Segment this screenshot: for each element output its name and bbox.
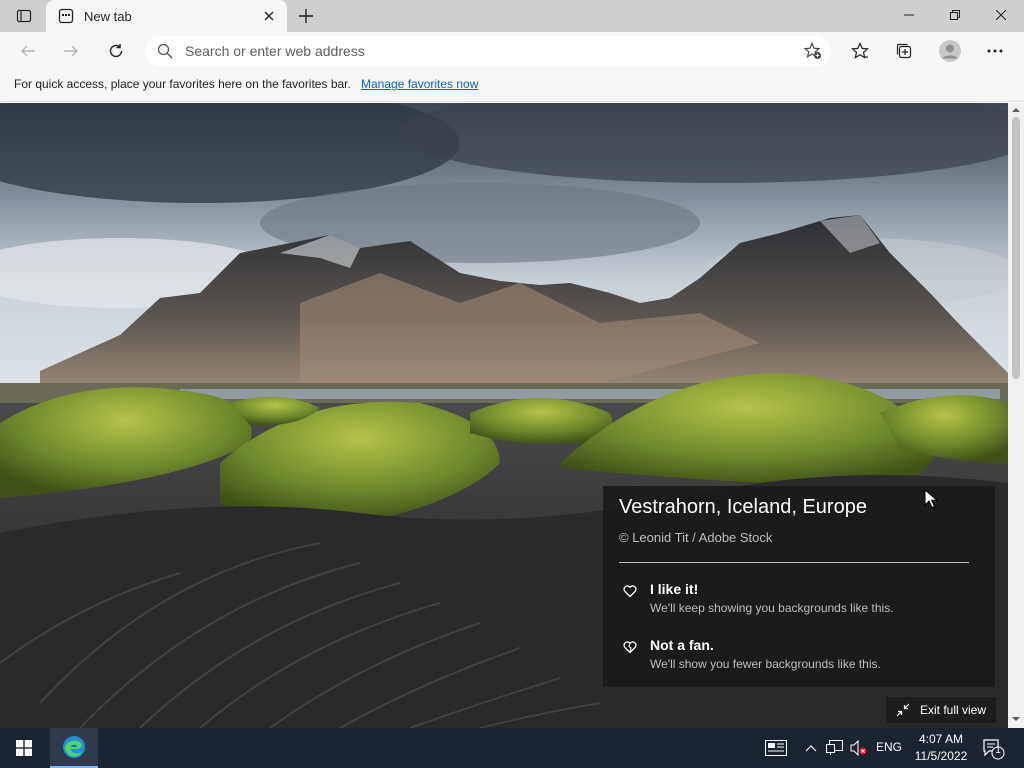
minimize-icon <box>904 14 914 16</box>
edge-logo-icon <box>63 736 85 758</box>
browser-window: New tab Search or enter web address For … <box>0 0 1024 768</box>
forward-button[interactable] <box>57 37 85 65</box>
collections-button[interactable] <box>890 37 918 65</box>
collections-icon <box>896 43 912 59</box>
tab-bar: New tab <box>0 0 1024 32</box>
forward-arrow-icon <box>64 45 78 57</box>
input-language-indicator[interactable]: ENG <box>876 740 902 754</box>
scroll-down-arrow-icon[interactable] <box>1012 715 1020 723</box>
notification-center-button[interactable]: 1 <box>978 736 1006 760</box>
tab-new-tab[interactable]: New tab <box>46 0 287 32</box>
background-info-card: Vestrahorn, Iceland, Europe © Leonid Tit… <box>603 486 995 687</box>
exit-full-view-button[interactable]: Exit full view <box>886 697 996 723</box>
background-credit: © Leonid Tit / Adobe Stock <box>619 530 773 545</box>
new-tab-button[interactable] <box>294 4 318 28</box>
more-dots-icon <box>987 49 1003 53</box>
collapse-arrows-icon <box>896 703 910 717</box>
address-bar[interactable]: Search or enter web address <box>145 36 831 66</box>
like-option-subtitle: We'll keep showing you backgrounds like … <box>650 601 894 615</box>
plus-icon <box>299 9 313 23</box>
favorites-star-icon <box>851 42 869 59</box>
favorites-button[interactable] <box>846 37 874 65</box>
like-background-option[interactable]: I like it! We'll keep showing you backgr… <box>619 578 979 622</box>
favorites-bar: For quick access, place your favorites h… <box>0 70 1024 102</box>
like-option-title: I like it! <box>650 581 699 597</box>
favorites-bar-message: For quick access, place your favorites h… <box>14 77 351 91</box>
search-icon <box>157 43 173 59</box>
vertical-scrollbar[interactable] <box>1008 103 1024 728</box>
taskbar-clock[interactable]: 4:07 AM 11/5/2022 <box>910 731 972 765</box>
new-tab-page-icon <box>58 8 74 24</box>
restore-icon <box>950 10 960 20</box>
refresh-button[interactable] <box>102 37 130 65</box>
back-button[interactable] <box>14 37 42 65</box>
new-tab-page: Vestrahorn, Iceland, Europe © Leonid Tit… <box>0 103 1008 728</box>
taskbar: ENG 4:07 AM 11/5/2022 1 <box>0 728 1024 768</box>
broken-heart-icon <box>623 641 637 654</box>
toolbar: Search or enter web address <box>0 32 1024 70</box>
volume-muted-icon[interactable] <box>849 738 869 758</box>
add-favorite-icon[interactable] <box>803 41 823 61</box>
background-location-title: Vestrahorn, Iceland, Europe <box>619 496 867 518</box>
heart-icon <box>623 585 637 598</box>
settings-more-button[interactable] <box>981 37 1009 65</box>
refresh-icon <box>109 44 123 58</box>
card-divider <box>619 562 969 563</box>
news-widget-icon[interactable] <box>763 738 789 758</box>
address-input[interactable]: Search or enter web address <box>185 36 365 66</box>
minimize-button[interactable] <box>886 0 932 30</box>
clock-time: 4:07 AM <box>918 732 964 746</box>
tab-actions-icon <box>16 9 32 23</box>
windows-logo-icon <box>16 740 32 756</box>
dislike-background-option[interactable]: Not a fan. We'll show you fewer backgrou… <box>619 634 979 678</box>
scroll-up-arrow-icon[interactable] <box>1012 106 1020 114</box>
scrollbar-thumb[interactable] <box>1012 117 1020 379</box>
close-icon <box>996 10 1006 20</box>
clock-date: 11/5/2022 <box>914 749 968 763</box>
dislike-option-subtitle: We'll show you fewer backgrounds like th… <box>650 657 881 671</box>
show-hidden-icons-chevron-icon[interactable] <box>803 738 819 758</box>
profile-button[interactable] <box>936 37 964 65</box>
close-window-button[interactable] <box>978 0 1024 30</box>
exit-full-view-label: Exit full view <box>920 703 987 717</box>
start-button[interactable] <box>0 728 48 768</box>
notification-count: 1 <box>995 745 1001 756</box>
tab-actions-button[interactable] <box>8 4 40 28</box>
back-arrow-icon <box>21 45 35 57</box>
avatar-icon <box>939 40 961 62</box>
close-tab-icon[interactable] <box>261 8 277 24</box>
manage-favorites-link[interactable]: Manage favorites now <box>361 77 478 91</box>
network-icon[interactable] <box>825 738 845 758</box>
tab-title: New tab <box>84 8 132 24</box>
taskbar-edge-button[interactable] <box>50 728 98 768</box>
restore-button[interactable] <box>932 0 978 30</box>
mouse-cursor-icon <box>924 489 938 509</box>
dislike-option-title: Not a fan. <box>650 637 714 653</box>
